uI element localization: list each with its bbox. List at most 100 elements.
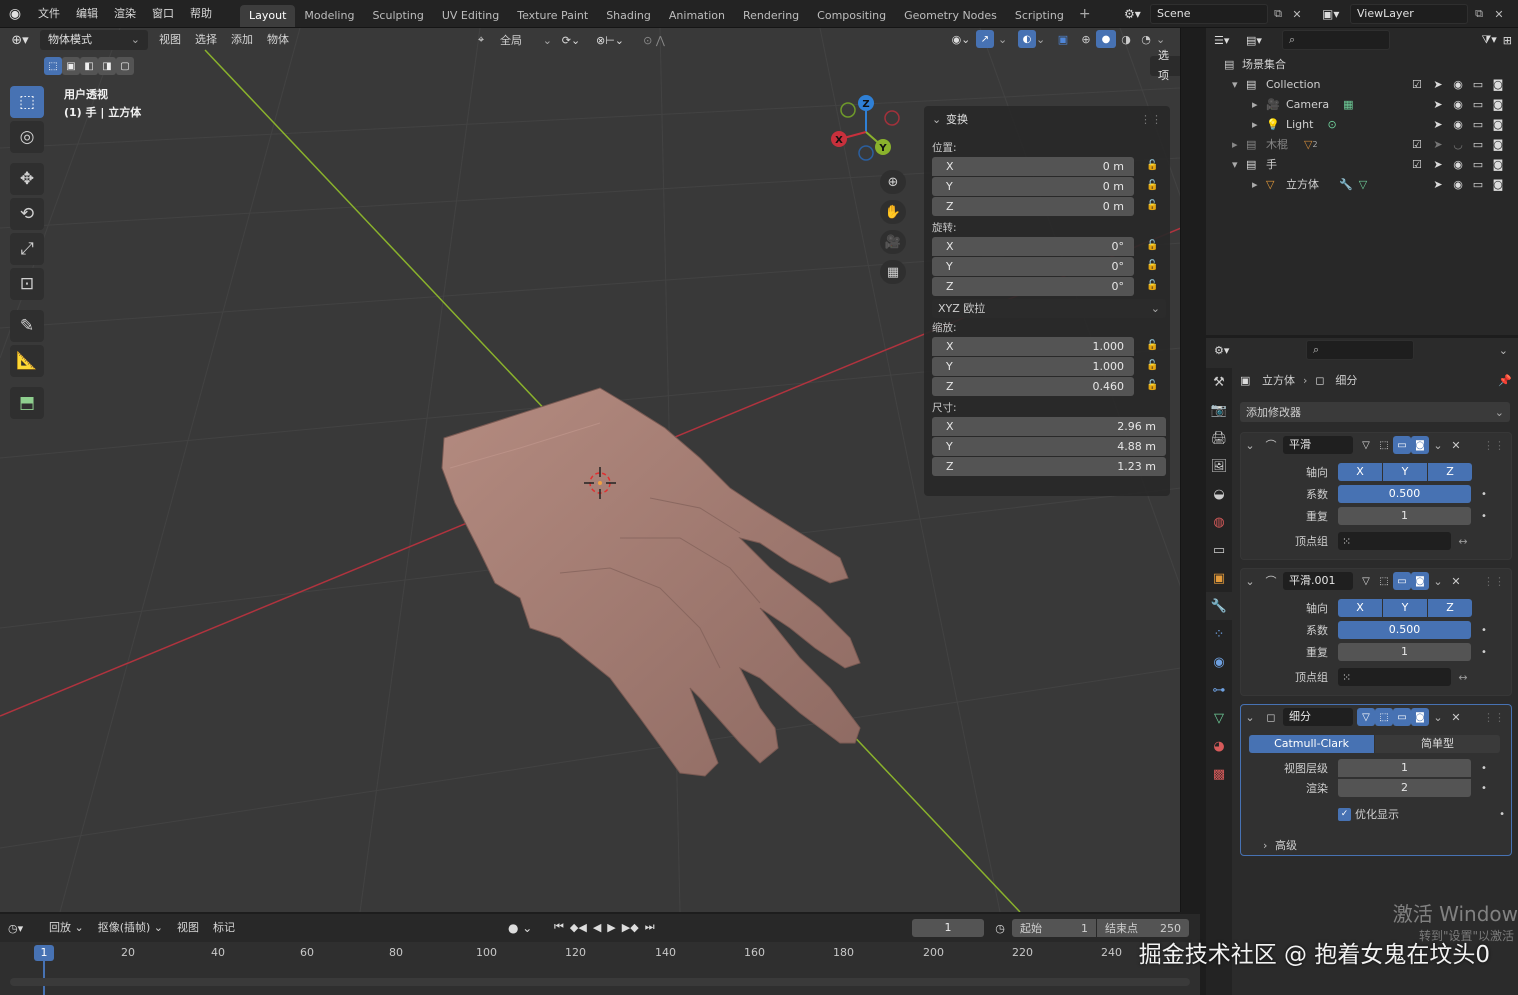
modifier-wrench-icon[interactable]: 🔧 <box>1339 178 1353 191</box>
outliner-search[interactable]: ⌕ <box>1282 30 1390 50</box>
editor-type-icon[interactable]: ⊕▾ <box>0 33 40 48</box>
camera-view-icon[interactable]: 🎥 <box>880 230 906 254</box>
select-intersect-icon[interactable]: ▢ <box>116 57 134 75</box>
keyframe-dot-icon[interactable]: • <box>1481 511 1487 522</box>
invert-arrows-icon[interactable]: ↔ <box>1453 535 1473 548</box>
keyframe-dot-icon[interactable]: • <box>1499 809 1505 820</box>
menu-render[interactable]: 渲染 <box>106 0 144 28</box>
lock-icon[interactable]: 🔓 <box>1146 160 1162 172</box>
neg-y-axis-handle[interactable] <box>840 102 856 118</box>
selectable-icon[interactable]: ➤ <box>1430 138 1446 151</box>
vertex-group-field[interactable]: ⁙ <box>1338 668 1451 686</box>
jump-start-icon[interactable]: ⏮ <box>554 920 564 934</box>
menu-window[interactable]: 窗口 <box>144 0 182 28</box>
eye-icon[interactable]: ◉ <box>1450 158 1466 171</box>
menu-add[interactable]: 添加 <box>224 29 260 51</box>
dimension-y-field[interactable]: Y 4.88 m <box>932 436 1166 456</box>
lock-icon[interactable]: 🔓 <box>1146 200 1162 212</box>
rotate-tool-icon[interactable]: ⟲ <box>10 198 44 230</box>
playback-menu[interactable]: 回放 ⌄ <box>42 917 91 939</box>
editor-type-icon[interactable]: ◷▾ <box>8 922 42 935</box>
selectable-icon[interactable]: ➤ <box>1430 158 1446 171</box>
chevron-down-icon[interactable]: ⌄ <box>998 33 1012 46</box>
start-frame-field[interactable]: 起始 1 <box>1012 919 1096 937</box>
axis-y-toggle[interactable]: Y <box>1383 463 1427 481</box>
expand-arrow-icon[interactable]: ▸ <box>1252 118 1266 131</box>
play-reverse-icon[interactable]: ◀ <box>593 921 601 934</box>
next-keyframe-icon[interactable]: ▶◆ <box>622 921 639 934</box>
select-new-icon[interactable]: ⬚ <box>44 57 62 75</box>
close-icon[interactable]: ✕ <box>1447 439 1465 452</box>
timeline-ruler[interactable]: 1 20 40 60 80 100 120 140 160 180 200 22… <box>0 942 1200 995</box>
viewport-toggle-icon[interactable]: ▭ <box>1393 572 1411 590</box>
rendered-shading-icon[interactable]: ◔ <box>1136 33 1156 46</box>
lock-icon[interactable]: 🔓 <box>1146 280 1162 292</box>
scene-collection-row[interactable]: ▤ 场景集合 <box>1206 54 1518 74</box>
data-tab-icon[interactable]: ▽ <box>1206 704 1232 732</box>
pin-icon[interactable]: 📌 <box>1498 374 1512 387</box>
eye-icon[interactable]: ◉ <box>1450 78 1466 91</box>
marker-menu[interactable]: 标记 <box>206 917 242 939</box>
axis-z-toggle[interactable]: Z <box>1428 463 1472 481</box>
close-scene-icon[interactable]: ✕ <box>1288 8 1306 21</box>
record-button-icon[interactable]: ● ⌄ <box>508 921 532 935</box>
expand-arrow-icon[interactable]: ▾ <box>1232 158 1246 171</box>
outliner-row-collection[interactable]: ▾ ▤ Collection ☑ ➤ ◉ ▭ ◙ <box>1206 74 1518 94</box>
timeline-scrollbar[interactable] <box>10 978 1190 986</box>
tab-rendering[interactable]: Rendering <box>734 5 808 27</box>
edit-mode-toggle-icon[interactable]: ▽ <box>1357 708 1375 726</box>
properties-search[interactable]: ⌕ <box>1306 340 1414 360</box>
location-z-field[interactable]: Z 0 m <box>932 196 1134 216</box>
mesh-data-icon[interactable]: ▽ <box>1359 178 1367 191</box>
close-icon[interactable]: ✕ <box>1447 711 1465 724</box>
material-shading-icon[interactable]: ◑ <box>1116 33 1136 46</box>
rotation-y-field[interactable]: Y 0° <box>932 256 1134 276</box>
rotation-mode-dropdown[interactable]: XYZ 欧拉 ⌄ <box>932 298 1166 318</box>
cage-toggle-icon[interactable]: ⬚ <box>1375 436 1393 454</box>
camera-data-icon[interactable]: ▦ <box>1343 98 1353 111</box>
view-layer-tab-icon[interactable]: 🖼 <box>1206 452 1232 480</box>
add-cube-tool-icon[interactable]: ⬒ <box>10 387 44 419</box>
chevron-down-icon[interactable]: ⌄ <box>1241 575 1259 588</box>
playhead-marker[interactable]: 1 <box>34 945 54 961</box>
chevron-down-icon[interactable]: ⌄ <box>1156 33 1170 46</box>
editor-type-icon[interactable]: ⚙▾ <box>1214 344 1244 357</box>
drag-handle-icon[interactable]: ⋮⋮ <box>1483 439 1505 452</box>
expand-arrow-icon[interactable]: ▸ <box>1252 178 1266 191</box>
monitor-icon[interactable]: ▭ <box>1470 118 1486 131</box>
viewport-levels-field[interactable]: 1 <box>1338 759 1471 777</box>
transform-tool-icon[interactable]: ⊡ <box>10 268 44 300</box>
drag-handle-icon[interactable]: ⋮⋮ <box>1140 113 1162 126</box>
options-dropdown[interactable]: 选项 ⌄ <box>1150 49 1180 82</box>
simple-button[interactable]: 简单型 <box>1375 735 1500 753</box>
vertex-group-field[interactable]: ⁙ <box>1338 532 1451 550</box>
select-invert-icon[interactable]: ◨ <box>98 57 116 75</box>
chevron-down-icon[interactable]: ⌄ <box>1241 711 1259 724</box>
add-workspace-icon[interactable]: + <box>1079 6 1091 22</box>
perspective-grid-icon[interactable]: ▦ <box>880 260 906 284</box>
catmull-clark-button[interactable]: Catmull-Clark <box>1249 735 1374 753</box>
monitor-icon[interactable]: ▭ <box>1470 78 1486 91</box>
axis-x-toggle[interactable]: X <box>1338 599 1382 617</box>
checkbox-icon[interactable]: ☑ <box>1412 138 1422 151</box>
checkbox-icon[interactable]: ☑ <box>1412 158 1422 171</box>
advanced-subpanel[interactable]: › 高级 <box>1241 833 1511 857</box>
neg-x-axis-handle[interactable] <box>884 110 900 126</box>
chevron-down-icon[interactable]: ⌄ <box>1499 344 1508 357</box>
tab-geometry-nodes[interactable]: Geometry Nodes <box>895 5 1006 27</box>
new-collection-icon[interactable]: ⊞ <box>1503 34 1512 47</box>
scene-icon[interactable]: ⚙▾ <box>1124 7 1150 21</box>
tab-layout[interactable]: Layout <box>240 4 296 27</box>
lock-icon[interactable]: 🔓 <box>1146 260 1162 272</box>
viewport-toggle-icon[interactable]: ▭ <box>1393 708 1411 726</box>
visibility-icon[interactable]: ◉⌄ <box>946 33 976 46</box>
transform-orientation-icon[interactable]: ⌖ <box>478 33 496 47</box>
render-toggle-icon[interactable]: ◙ <box>1411 572 1429 590</box>
constraints-tab-icon[interactable]: ⊶ <box>1206 676 1232 704</box>
particles-tab-icon[interactable]: ⁘ <box>1206 620 1232 648</box>
eye-icon[interactable]: ◉ <box>1450 118 1466 131</box>
modifier-header[interactable]: ⌄ ⌒ 平滑 ▽ ⬚ ▭ ◙ ⌄ ✕ ⋮⋮ <box>1241 433 1511 457</box>
lock-icon[interactable]: 🔓 <box>1146 180 1162 192</box>
tab-scripting[interactable]: Scripting <box>1006 5 1073 27</box>
factor-field[interactable]: 0.500 <box>1338 621 1471 639</box>
